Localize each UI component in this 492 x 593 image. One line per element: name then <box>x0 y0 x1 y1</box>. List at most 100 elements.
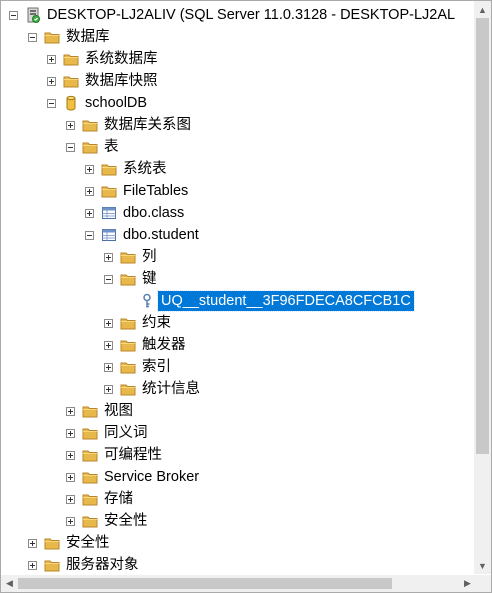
table-icon <box>102 229 116 241</box>
table-icon <box>102 207 116 219</box>
folder-icon <box>101 164 117 176</box>
tree-node-label: UQ__student__3F96FDECA8CFCB1C <box>157 290 415 312</box>
expand-icon[interactable] <box>28 538 37 548</box>
folder-icon <box>120 340 136 352</box>
tree-node-label: DESKTOP-LJ2ALIV (SQL Server 11.0.3128 - … <box>47 7 456 23</box>
tree-node-system-databases[interactable]: 系统数据库 <box>47 48 161 70</box>
folder-icon <box>82 406 98 418</box>
tree-node-label: schoolDB <box>85 95 148 111</box>
tree-node-label: Service Broker <box>104 469 200 485</box>
tree-node-statistics[interactable]: 统计信息 <box>104 378 203 400</box>
vertical-scroll-thumb[interactable] <box>476 18 489 454</box>
tree-node-security[interactable]: 安全性 <box>28 532 113 554</box>
tree-node-label: 系统数据库 <box>85 51 158 67</box>
folder-icon <box>120 252 136 264</box>
tree-node-service-broker[interactable]: Service Broker <box>66 466 202 488</box>
expand-icon[interactable] <box>28 560 37 570</box>
tree-node-label: 索引 <box>142 359 171 375</box>
expand-icon[interactable] <box>66 428 75 438</box>
folder-icon <box>82 428 98 440</box>
expand-icon[interactable] <box>104 362 113 372</box>
tree-node-constraints[interactable]: 约束 <box>104 312 174 334</box>
tree-node-label: 表 <box>104 139 119 155</box>
folder-icon <box>82 472 98 484</box>
tree-node-filetables[interactable]: FileTables <box>85 180 191 202</box>
tree-node-synonyms[interactable]: 同义词 <box>66 422 151 444</box>
tree-node-triggers[interactable]: 触发器 <box>104 334 189 356</box>
server-icon <box>27 7 40 23</box>
collapse-icon[interactable] <box>47 98 56 108</box>
expand-icon[interactable] <box>66 494 75 504</box>
tree-node-dbo-student[interactable]: dbo.student <box>85 224 202 246</box>
tree-node-label: 数据库关系图 <box>104 117 191 133</box>
tree-node-label: 同义词 <box>104 425 148 441</box>
expand-icon[interactable] <box>85 208 94 218</box>
tree-node-db-snapshots[interactable]: 数据库快照 <box>47 70 161 92</box>
tree-node-label: 服务器对象 <box>66 557 139 573</box>
tree-node-uq-key[interactable]: UQ__student__3F96FDECA8CFCB1C <box>123 290 415 312</box>
expand-icon[interactable] <box>104 340 113 350</box>
tree-node-views[interactable]: 视图 <box>66 400 136 422</box>
expand-icon[interactable] <box>104 384 113 394</box>
collapse-icon[interactable] <box>28 32 37 42</box>
expand-icon[interactable] <box>85 186 94 196</box>
collapse-icon[interactable] <box>9 10 18 20</box>
expand-icon[interactable] <box>47 54 56 64</box>
folder-icon <box>63 54 79 66</box>
tree-node-columns[interactable]: 列 <box>104 246 160 268</box>
tree-node-system-tables[interactable]: 系统表 <box>85 158 170 180</box>
tree-node-tables[interactable]: 表 <box>66 136 122 158</box>
folder-icon <box>120 362 136 374</box>
tree-node-label: 列 <box>142 249 157 265</box>
tree-node-label: 约束 <box>142 315 171 331</box>
folder-icon <box>82 450 98 462</box>
expand-icon[interactable] <box>66 450 75 460</box>
tree-node-label: 存储 <box>104 491 133 507</box>
expand-icon[interactable] <box>104 252 113 262</box>
horizontal-scroll-thumb[interactable] <box>18 578 392 589</box>
tree-node-keys[interactable]: 键 <box>104 268 160 290</box>
collapse-icon[interactable] <box>66 142 75 152</box>
database-icon <box>66 95 76 111</box>
expand-icon[interactable] <box>104 318 113 328</box>
folder-icon <box>120 274 136 286</box>
expand-icon[interactable] <box>66 406 75 416</box>
tree-node-label: 视图 <box>104 403 133 419</box>
tree-node-dbo-class[interactable]: dbo.class <box>85 202 187 224</box>
tree-node-storage[interactable]: 存储 <box>66 488 136 510</box>
tree-node-server-objects[interactable]: 服务器对象 <box>28 554 142 574</box>
expand-icon[interactable] <box>66 516 75 526</box>
tree-node-programmability[interactable]: 可编程性 <box>66 444 165 466</box>
tree-node-label: 统计信息 <box>142 381 200 397</box>
scroll-down-icon[interactable]: ▼ <box>474 557 491 574</box>
folder-icon <box>44 32 60 44</box>
folder-icon <box>82 494 98 506</box>
expand-icon[interactable] <box>66 120 75 130</box>
expand-icon[interactable] <box>85 164 94 174</box>
tree-node-indexes[interactable]: 索引 <box>104 356 174 378</box>
tree-node-server[interactable]: DESKTOP-LJ2ALIV (SQL Server 11.0.3128 - … <box>9 4 458 26</box>
scroll-left-icon[interactable]: ◀ <box>1 575 18 592</box>
tree-node-db-diagrams[interactable]: 数据库关系图 <box>66 114 194 136</box>
tree-node-databases[interactable]: 数据库 <box>28 26 113 48</box>
object-explorer: DESKTOP-LJ2ALIV (SQL Server 11.0.3128 - … <box>0 0 492 593</box>
tree-node-label: 触发器 <box>142 337 186 353</box>
folder-icon <box>63 76 79 88</box>
scroll-up-icon[interactable]: ▲ <box>474 1 491 18</box>
collapse-icon[interactable] <box>85 230 94 240</box>
tree-node-label: 安全性 <box>66 535 110 551</box>
horizontal-scrollbar[interactable]: ◀ ▶ <box>1 575 476 592</box>
tree-node-db-security[interactable]: 安全性 <box>66 510 151 532</box>
tree-node-label: 系统表 <box>123 161 167 177</box>
folder-icon <box>120 384 136 396</box>
expand-icon[interactable] <box>66 472 75 482</box>
vertical-scrollbar[interactable]: ▲ ▼ <box>474 1 491 574</box>
folder-icon <box>120 318 136 330</box>
expand-icon[interactable] <box>47 76 56 86</box>
collapse-icon[interactable] <box>104 274 113 284</box>
tree-node-label: 数据库 <box>66 29 110 45</box>
tree-node-schooldb[interactable]: schoolDB <box>47 92 150 114</box>
folder-icon <box>82 516 98 528</box>
folder-icon <box>101 186 117 198</box>
tree-node-label: 数据库快照 <box>85 73 158 89</box>
